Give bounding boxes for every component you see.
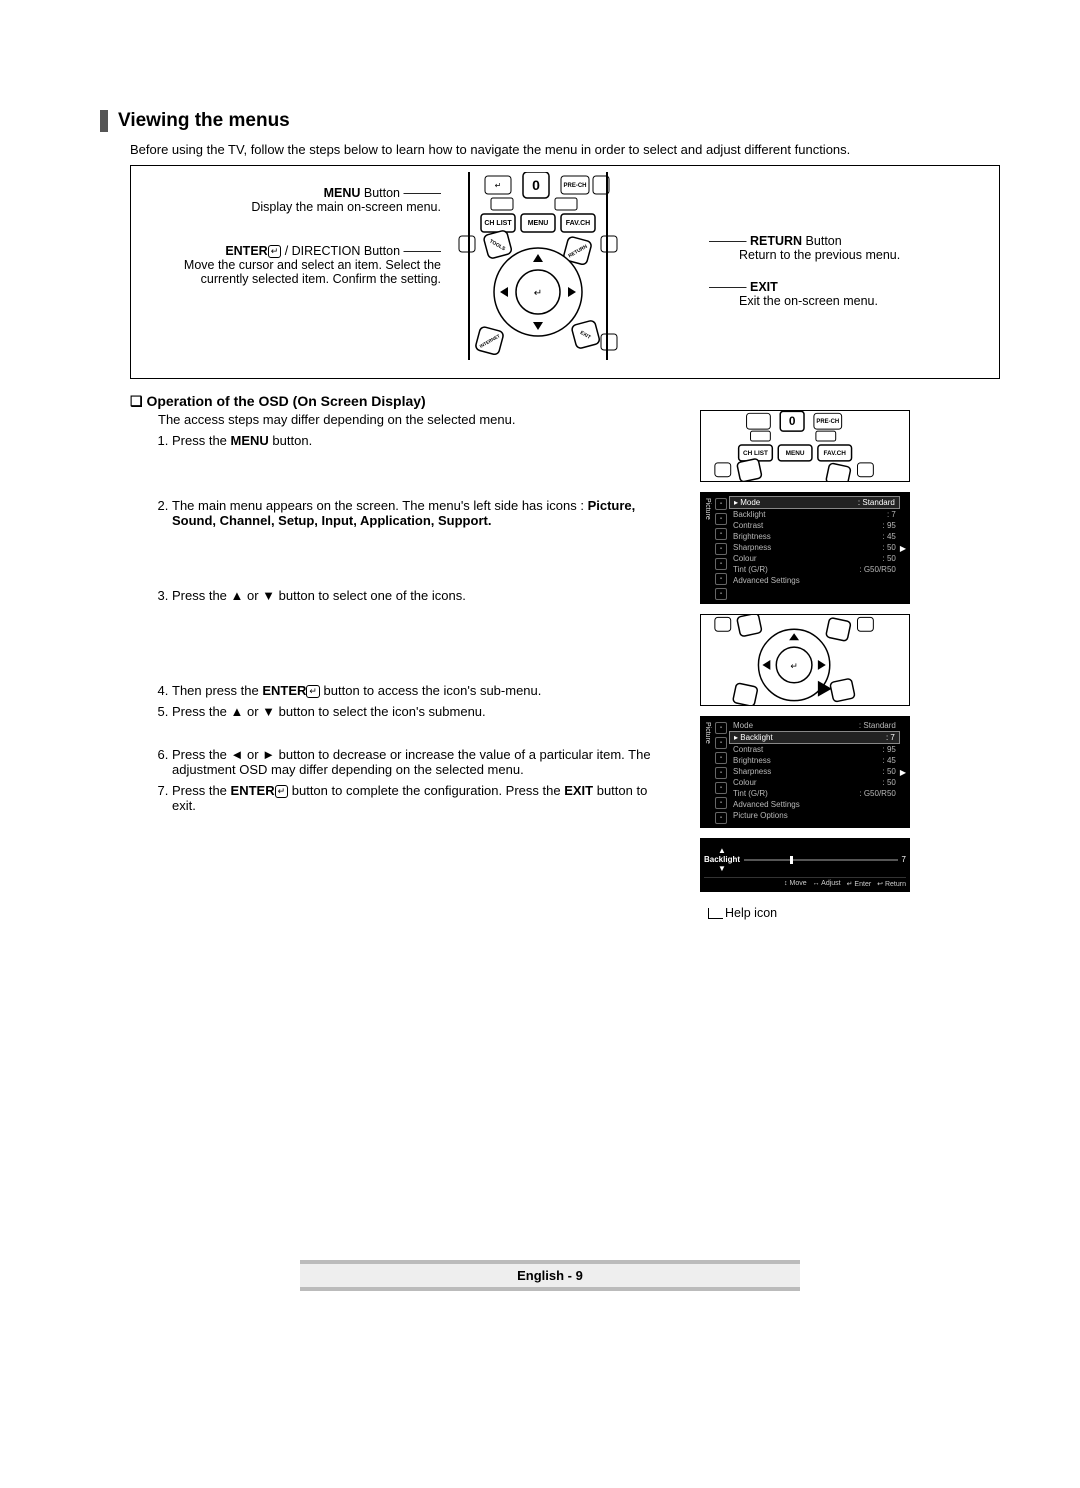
step-2: The main menu appears on the screen. The… — [172, 498, 660, 528]
steps-intro: The access steps may differ depending on… — [158, 412, 660, 427]
fig-remote-top: 0 PRE-CH CH LIST MENU FAV.CH — [700, 410, 910, 482]
page-title: Viewing the menus — [118, 110, 290, 132]
fig-osd-backlight: Picture ▪▪▪▪▪▪▪ Mode: Standard▸ Backligh… — [700, 716, 910, 828]
zero-key: 0 — [532, 177, 540, 193]
adjust-value: 7 — [902, 855, 906, 864]
svg-text:FAV.CH: FAV.CH — [566, 220, 591, 227]
exit-button-title: EXIT — [750, 280, 778, 294]
remote-left-labels: MENU Button ――― Display the main on-scre… — [141, 186, 441, 300]
fig-remote-nav: ↵ — [700, 614, 910, 706]
remote-diagram-box: MENU Button ――― Display the main on-scre… — [130, 165, 1000, 379]
section-header: Viewing the menus — [100, 110, 1000, 132]
svg-text:0: 0 — [789, 414, 796, 428]
enter-button-desc: Move the cursor and select an item. Sele… — [184, 258, 441, 286]
svg-text:MENU: MENU — [786, 450, 805, 457]
remote-illustration: ↵ 0 PRE-CH CH LIST MENU FAV.CH — [451, 172, 651, 360]
svg-text:PRE-CH: PRE-CH — [816, 419, 839, 425]
svg-text:↵: ↵ — [495, 181, 502, 190]
side-figures: 0 PRE-CH CH LIST MENU FAV.CH — [700, 410, 910, 920]
slider — [744, 859, 898, 861]
svg-text:FAV.CH: FAV.CH — [823, 450, 846, 457]
fig-adjustment-osd: ▲ Backlight ▼ 7 ↕ Move↔ Adjust↵ Enter↩ R… — [700, 838, 910, 892]
step-6: Press the ◄ or ► button to decrease or i… — [172, 747, 660, 777]
down-arrow-icon: ▼ — [718, 864, 726, 873]
page-footer: English - 9 — [300, 1260, 800, 1291]
up-arrow-icon: ▲ — [718, 846, 726, 855]
header-mark — [100, 110, 108, 132]
svg-text:MENU: MENU — [528, 220, 549, 227]
exit-button-desc: Exit the on-screen menu. — [739, 294, 878, 308]
svg-text:↵: ↵ — [534, 288, 542, 299]
step-1: Press the MENU button. — [172, 433, 660, 448]
osd-subheading: Operation of the OSD (On Screen Display) — [130, 393, 1000, 410]
enter-icon: ↵ — [306, 685, 320, 698]
help-icon-caption: Help icon — [700, 906, 910, 920]
svg-text:CH LIST: CH LIST — [484, 220, 512, 227]
step-4: Then press the ENTER↵ button to access t… — [172, 683, 660, 698]
adjust-label: Backlight — [704, 855, 740, 864]
enter-button-title: ENTER — [225, 244, 267, 258]
intro-text: Before using the TV, follow the steps be… — [130, 142, 1000, 157]
menu-button-title: MENU — [324, 186, 361, 200]
return-button-title: RETURN — [750, 234, 802, 248]
step-7: Press the ENTER↵ button to complete the … — [172, 783, 660, 813]
enter-icon: ↵ — [275, 785, 289, 798]
svg-text:PRE-CH: PRE-CH — [563, 183, 586, 189]
menu-button-desc: Display the main on-screen menu. — [251, 200, 441, 214]
fig-osd-mode: Picture ▪▪▪▪▪▪▪ ▸ Mode: StandardBackligh… — [700, 492, 910, 604]
enter-icon: ↵ — [268, 245, 282, 258]
svg-text:CH LIST: CH LIST — [743, 450, 768, 457]
svg-text:↵: ↵ — [790, 661, 797, 671]
return-button-desc: Return to the previous menu. — [739, 248, 900, 262]
step-5: Press the ▲ or ▼ button to select the ic… — [172, 704, 660, 719]
steps-column: The access steps may differ depending on… — [130, 410, 660, 819]
step-3: Press the ▲ or ▼ button to select one of… — [172, 588, 660, 603]
remote-right-labels: ――― RETURN Button Return to the previous… — [709, 234, 989, 326]
adjust-footer: ↕ Move↔ Adjust↵ Enter↩ Return — [704, 877, 906, 888]
